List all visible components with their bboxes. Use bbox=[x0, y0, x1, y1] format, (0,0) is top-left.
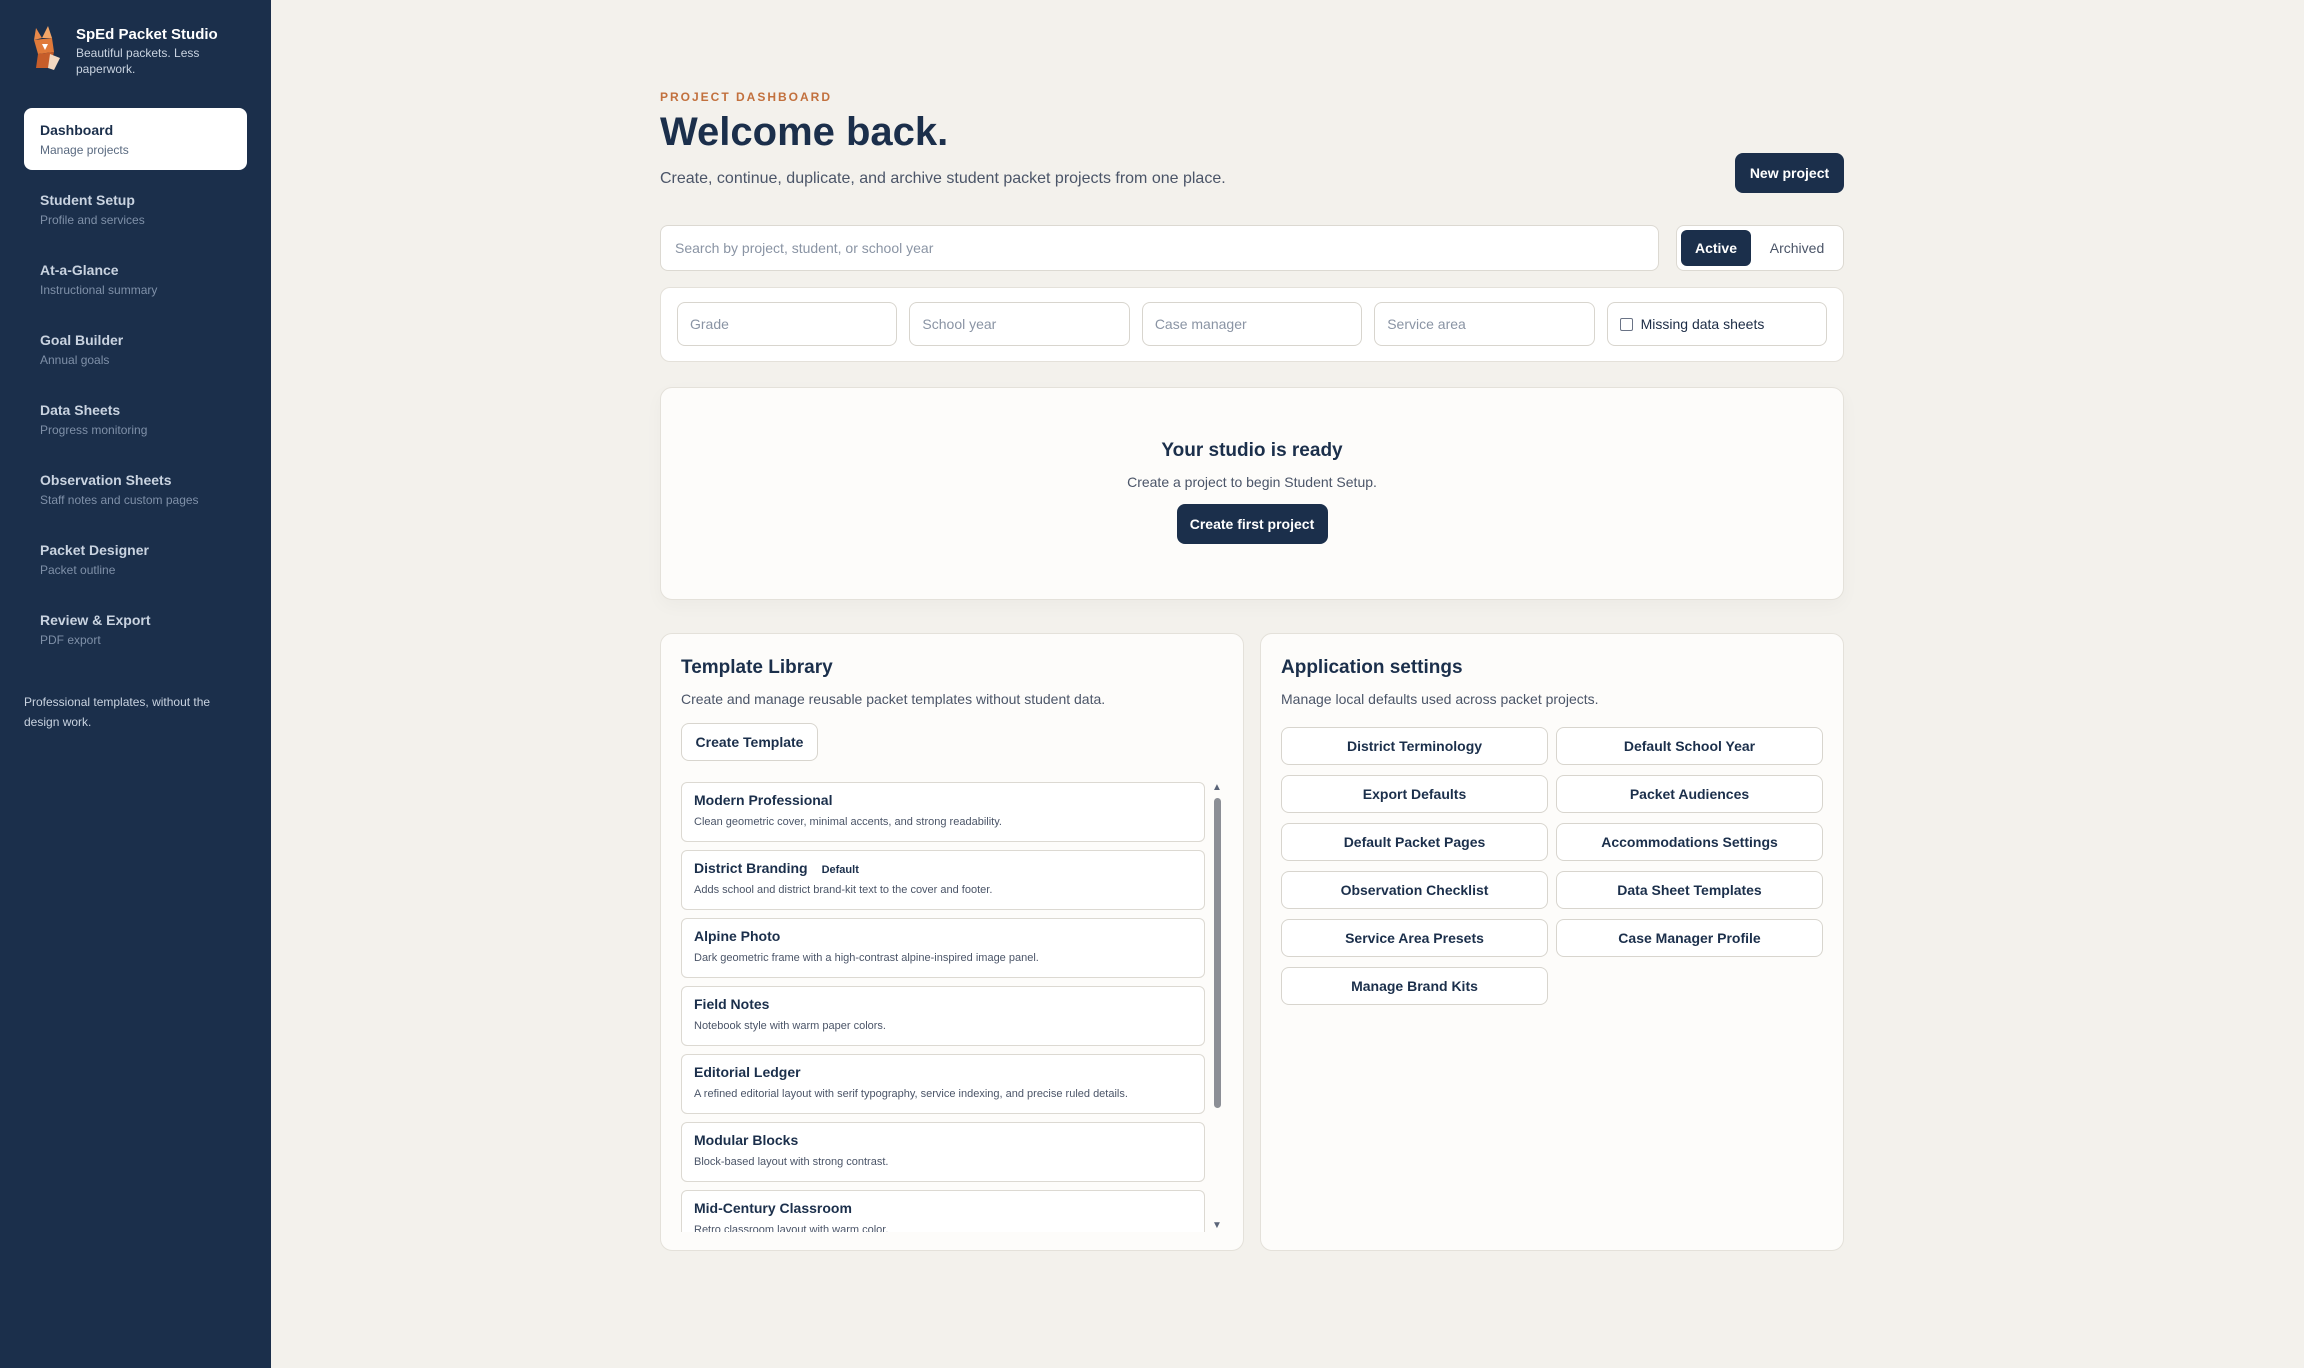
status-toggle: Active Archived bbox=[1676, 225, 1844, 271]
default-packet-pages-button[interactable]: Default Packet Pages bbox=[1281, 823, 1548, 861]
template-desc: Block-based layout with strong contrast. bbox=[694, 1156, 889, 1168]
template-item-modular-blocks[interactable]: Modular Blocks Block-based layout with s… bbox=[681, 1122, 1205, 1182]
sidebar-item-label: Dashboard bbox=[40, 122, 114, 138]
sidebar-item-goal-builder[interactable]: Goal Builder Annual goals bbox=[24, 318, 247, 380]
create-first-project-button[interactable]: Create first project bbox=[1176, 504, 1328, 544]
scrollbar-thumb[interactable] bbox=[1214, 798, 1221, 1108]
template-library-title: Template Library bbox=[681, 657, 833, 678]
sidebar: SpEd Packet Studio Beautiful packets. Le… bbox=[0, 0, 271, 1368]
page-eyebrow: PROJECT DASHBOARD bbox=[660, 90, 833, 104]
manage-brand-kits-button[interactable]: Manage Brand Kits bbox=[1281, 967, 1548, 1005]
template-name: Modern Professional bbox=[694, 792, 833, 808]
tab-active[interactable]: Active bbox=[1681, 230, 1751, 266]
page-subtitle: Create, continue, duplicate, and archive… bbox=[660, 170, 1226, 187]
district-terminology-button[interactable]: District Terminology bbox=[1281, 727, 1548, 765]
sidebar-footer-text: Professional templates, without the desi… bbox=[24, 695, 211, 729]
sidebar-item-label: Data Sheets bbox=[40, 402, 121, 418]
school-year-filter[interactable] bbox=[909, 302, 1130, 346]
sidebar-item-sublabel: Progress monitoring bbox=[40, 423, 148, 437]
service-area-presets-button[interactable]: Service Area Presets bbox=[1281, 919, 1548, 957]
template-name: Mid-Century Classroom bbox=[694, 1200, 852, 1216]
template-item-district-branding[interactable]: District Branding Default Adds school and… bbox=[681, 850, 1205, 910]
template-name: District Branding bbox=[694, 860, 808, 876]
sidebar-item-sublabel: Staff notes and custom pages bbox=[40, 493, 199, 507]
page-title: Welcome back. bbox=[660, 110, 949, 154]
service-area-filter[interactable] bbox=[1374, 302, 1595, 346]
checkbox-label: Missing data sheets bbox=[1640, 316, 1765, 332]
sidebar-item-label: Student Setup bbox=[40, 192, 135, 208]
sidebar-nav: Dashboard Manage projects Student Setup … bbox=[24, 108, 247, 668]
template-library-panel: Template Library Create and manage reusa… bbox=[660, 633, 1244, 1251]
sidebar-item-sublabel: Packet outline bbox=[40, 563, 116, 577]
template-name: Alpine Photo bbox=[694, 928, 781, 944]
template-item-modern-professional[interactable]: Modern Professional Clean geometric cove… bbox=[681, 782, 1205, 842]
sidebar-item-sublabel: Manage projects bbox=[40, 143, 129, 157]
export-defaults-button[interactable]: Export Defaults bbox=[1281, 775, 1548, 813]
search-input[interactable] bbox=[660, 225, 1659, 271]
template-library-subtitle: Create and manage reusable packet templa… bbox=[681, 691, 1106, 707]
default-school-year-button[interactable]: Default School Year bbox=[1556, 727, 1823, 765]
observation-checklist-button[interactable]: Observation Checklist bbox=[1281, 871, 1548, 909]
sidebar-item-label: Review & Export bbox=[40, 612, 151, 628]
sidebar-item-dashboard[interactable]: Dashboard Manage projects bbox=[24, 108, 247, 170]
template-desc: Adds school and district brand-kit text … bbox=[694, 884, 993, 896]
template-item-alpine-photo[interactable]: Alpine Photo Dark geometric frame with a… bbox=[681, 918, 1205, 978]
template-name: Field Notes bbox=[694, 996, 770, 1012]
app-settings-title: Application settings bbox=[1281, 657, 1463, 678]
checkbox[interactable] bbox=[1619, 317, 1633, 331]
app-tagline: Beautiful packets. Less paperwork. bbox=[76, 46, 200, 76]
brand: SpEd Packet Studio Beautiful packets. Le… bbox=[28, 24, 218, 77]
sidebar-item-sublabel: Annual goals bbox=[40, 353, 110, 367]
sidebar-item-sublabel: Profile and services bbox=[40, 213, 145, 227]
template-name: Editorial Ledger bbox=[694, 1064, 801, 1080]
grade-filter[interactable] bbox=[677, 302, 898, 346]
scroll-up-arrow-icon[interactable]: ▲ bbox=[1211, 782, 1223, 794]
data-sheet-templates-button[interactable]: Data Sheet Templates bbox=[1556, 871, 1823, 909]
template-desc: A refined editorial layout with serif ty… bbox=[694, 1088, 1128, 1100]
template-item-editorial-ledger[interactable]: Editorial Ledger A refined editorial lay… bbox=[681, 1054, 1205, 1114]
template-desc: Notebook style with warm paper colors. bbox=[694, 1020, 886, 1032]
template-name: Modular Blocks bbox=[694, 1132, 799, 1148]
sidebar-item-review-export[interactable]: Review & Export PDF export bbox=[24, 598, 247, 660]
application-settings-panel: Application settings Manage local defaul… bbox=[1260, 633, 1844, 1251]
template-item-field-notes[interactable]: Field Notes Notebook style with warm pap… bbox=[681, 986, 1205, 1046]
sidebar-item-label: Packet Designer bbox=[40, 542, 149, 558]
filter-bar: Missing data sheets bbox=[660, 287, 1844, 362]
app-name: SpEd Packet Studio bbox=[76, 26, 218, 43]
default-badge: Default bbox=[821, 864, 859, 876]
new-project-button[interactable]: New project bbox=[1735, 153, 1844, 193]
sidebar-item-packet-designer[interactable]: Packet Designer Packet outline bbox=[24, 528, 247, 590]
template-list-scrollbar[interactable]: ▲ ▼ bbox=[1211, 782, 1223, 1232]
template-desc: Retro classroom layout with warm color. bbox=[694, 1224, 889, 1232]
accommodations-settings-button[interactable]: Accommodations Settings bbox=[1556, 823, 1823, 861]
sidebar-item-sublabel: PDF export bbox=[40, 633, 101, 647]
fox-logo-icon bbox=[34, 26, 60, 70]
create-template-button[interactable]: Create Template bbox=[681, 723, 818, 761]
scroll-down-arrow-icon[interactable]: ▼ bbox=[1211, 1220, 1223, 1232]
template-list: Modern Professional Clean geometric cove… bbox=[681, 782, 1205, 1232]
sidebar-item-student-setup[interactable]: Student Setup Profile and services bbox=[24, 178, 247, 240]
sidebar-item-label: At-a-Glance bbox=[40, 262, 119, 278]
packet-audiences-button[interactable]: Packet Audiences bbox=[1556, 775, 1823, 813]
template-item-mid-century-classroom[interactable]: Mid-Century Classroom Retro classroom la… bbox=[681, 1190, 1205, 1232]
sidebar-item-sublabel: Instructional summary bbox=[40, 283, 158, 297]
empty-state-subtitle: Create a project to begin Student Setup. bbox=[1127, 474, 1377, 490]
sidebar-item-observation-sheets[interactable]: Observation Sheets Staff notes and custo… bbox=[24, 458, 247, 520]
app-settings-subtitle: Manage local defaults used across packet… bbox=[1281, 691, 1599, 707]
template-desc: Clean geometric cover, minimal accents, … bbox=[694, 816, 1002, 828]
sidebar-item-at-a-glance[interactable]: At-a-Glance Instructional summary bbox=[24, 248, 247, 310]
template-desc: Dark geometric frame with a high-contras… bbox=[694, 952, 1039, 964]
sidebar-item-label: Goal Builder bbox=[40, 332, 124, 348]
empty-state-panel: Your studio is ready Create a project to… bbox=[660, 387, 1844, 600]
settings-grid: District Terminology Default School Year… bbox=[1281, 727, 1823, 1005]
tab-archived[interactable]: Archived bbox=[1755, 230, 1839, 266]
sidebar-item-label: Observation Sheets bbox=[40, 472, 172, 488]
missing-data-sheets-filter[interactable]: Missing data sheets bbox=[1606, 302, 1828, 346]
template-name-row: District Branding Default bbox=[694, 860, 1192, 876]
empty-state-title: Your studio is ready bbox=[1161, 440, 1343, 461]
case-manager-filter[interactable] bbox=[1141, 302, 1363, 346]
case-manager-profile-button[interactable]: Case Manager Profile bbox=[1556, 919, 1823, 957]
sidebar-item-data-sheets[interactable]: Data Sheets Progress monitoring bbox=[24, 388, 247, 450]
